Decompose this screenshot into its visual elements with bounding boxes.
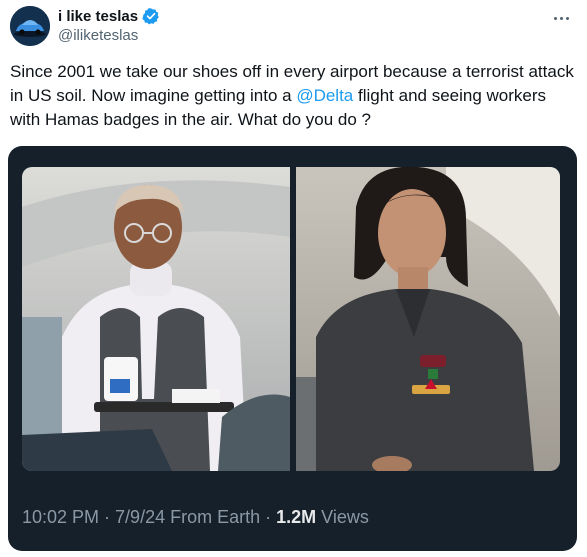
more-options-button[interactable] — [549, 8, 573, 28]
mention-link[interactable]: @Delta — [296, 86, 353, 105]
photo-left[interactable] — [22, 167, 290, 471]
views-count[interactable]: 1.2M — [276, 507, 316, 528]
author-name-row: i like teslas — [58, 6, 160, 26]
car-avatar-icon — [10, 6, 50, 46]
tweet-meta: 10:02 PM · 7/9/24 From Earth · 1.2M View… — [22, 504, 369, 530]
more-dot-icon — [565, 16, 569, 20]
tweet-date[interactable]: 7/9/24 — [115, 507, 165, 528]
meta-separator-2: · — [265, 506, 272, 527]
photo-right[interactable] — [296, 167, 560, 471]
more-dot-icon — [553, 16, 557, 20]
author-handle[interactable]: @iliketeslas — [58, 27, 138, 44]
meta-separator: · — [104, 506, 111, 527]
tweet-source: From Earth — [170, 506, 261, 527]
more-dot-icon — [559, 16, 563, 20]
author-display-name[interactable]: i like teslas — [58, 8, 138, 25]
verified-badge-icon[interactable] — [142, 7, 160, 25]
tweet: i like teslas @iliketeslas Since 2001 we… — [0, 0, 587, 557]
media-card: 10:02 PM · 7/9/24 From Earth · 1.2M View… — [8, 146, 577, 551]
avatar[interactable] — [10, 6, 50, 46]
tweet-time[interactable]: 10:02 PM — [22, 507, 99, 528]
tweet-text: Since 2001 we take our shoes off in ever… — [10, 60, 576, 132]
views-label: Views — [321, 506, 369, 527]
